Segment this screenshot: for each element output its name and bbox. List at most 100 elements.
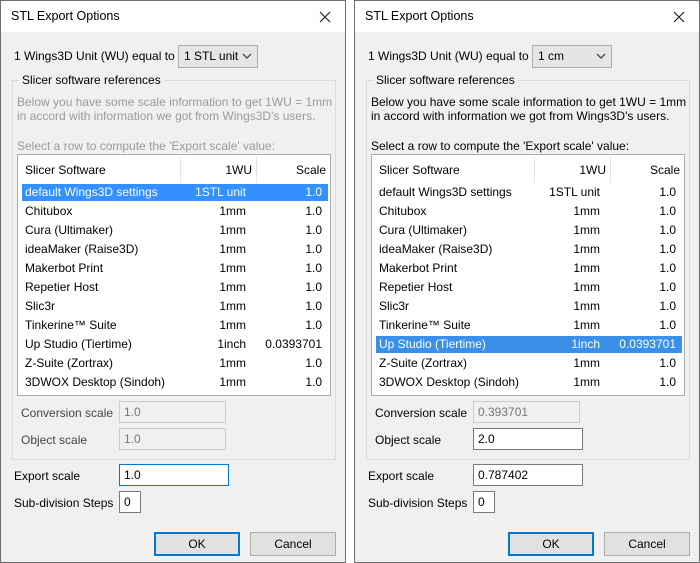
cell-software: Makerbot Print — [25, 261, 104, 275]
conversion-scale-label: Conversion scale — [21, 406, 114, 420]
table-row[interactable]: Up Studio (Tiertime) 1inch 0.0393701 — [376, 336, 682, 353]
cancel-button[interactable]: Cancel — [604, 532, 690, 556]
cell-scale: 1.0 — [305, 318, 322, 332]
column-divider[interactable] — [256, 157, 257, 183]
subdivision-steps-field[interactable]: 0 — [473, 491, 495, 513]
table-row[interactable]: Z-Suite (Zortrax) 1mm 1.0 — [22, 355, 328, 372]
conversion-scale-field: 0.393701 — [473, 401, 580, 423]
col-header-wu[interactable]: 1WU — [225, 163, 252, 177]
cell-wu: 1inch — [217, 337, 246, 351]
close-icon — [319, 11, 331, 22]
cell-wu: 1mm — [573, 299, 600, 313]
close-button[interactable] — [305, 1, 345, 32]
cell-wu: 1mm — [573, 375, 600, 389]
unit-select-value: 1 cm — [538, 49, 565, 63]
table-row[interactable]: ideaMaker (Raise3D) 1mm 1.0 — [22, 241, 328, 258]
table-row[interactable]: 3DWOX Desktop (Sindoh) 1mm 1.0 — [22, 374, 328, 391]
stl-export-dialog-right: STL Export Options 1 Wings3D Unit (WU) e… — [354, 0, 700, 563]
cell-software: Repetier Host — [25, 280, 99, 294]
table-row[interactable]: Slic3r 1mm 1.0 — [22, 298, 328, 315]
subdivision-steps-label: Sub-division Steps — [14, 496, 114, 510]
cell-scale: 0.0393701 — [265, 337, 322, 351]
cell-wu: 1STL unit — [195, 185, 246, 199]
unit-select-value: 1 STL unit — [184, 49, 239, 63]
cell-scale: 1.0 — [305, 261, 322, 275]
cell-software: default Wings3D settings — [379, 185, 512, 199]
table-row[interactable]: Chitubox 1mm 1.0 — [22, 203, 328, 220]
cell-scale: 1.0 — [305, 299, 322, 313]
cancel-button[interactable]: Cancel — [250, 532, 336, 556]
col-header-wu[interactable]: 1WU — [579, 163, 606, 177]
cell-software: Slic3r — [25, 299, 56, 313]
col-header-scale[interactable]: Scale — [296, 163, 326, 177]
slicer-references-group: Slicer software references Below you hav… — [12, 73, 336, 460]
column-divider[interactable] — [180, 157, 181, 183]
col-header-software[interactable]: Slicer Software — [379, 163, 460, 177]
subdivision-steps-field[interactable]: 0 — [119, 491, 141, 513]
table-row[interactable]: Makerbot Print 1mm 1.0 — [376, 260, 682, 277]
cell-wu: 1mm — [219, 261, 246, 275]
table-header: Slicer Software 1WU Scale — [372, 155, 684, 183]
column-divider[interactable] — [534, 157, 535, 183]
cell-scale: 1.0 — [659, 299, 676, 313]
table-header: Slicer Software 1WU Scale — [18, 155, 330, 183]
export-scale-field[interactable]: 1.0 — [119, 464, 229, 486]
table-row[interactable]: default Wings3D settings 1STL unit 1.0 — [376, 184, 682, 201]
table-row[interactable]: 3DWOX Desktop (Sindoh) 1mm 1.0 — [376, 374, 682, 391]
slicer-table[interactable]: Slicer Software 1WU Scale default Wings3… — [17, 154, 331, 396]
cell-software: Chitubox — [379, 204, 427, 218]
cell-wu: 1mm — [219, 318, 246, 332]
table-row[interactable]: Up Studio (Tiertime) 1inch 0.0393701 — [22, 336, 328, 353]
col-header-software[interactable]: Slicer Software — [25, 163, 106, 177]
scale-info-text: Below you have some scale information to… — [17, 95, 333, 123]
table-row[interactable]: Repetier Host 1mm 1.0 — [22, 279, 328, 296]
table-row[interactable]: default Wings3D settings 1STL unit 1.0 — [22, 184, 328, 201]
cell-scale: 1.0 — [659, 280, 676, 294]
table-row[interactable]: Slic3r 1mm 1.0 — [376, 298, 682, 315]
group-title: Slicer software references — [373, 73, 518, 87]
table-row[interactable]: Tinkerine™ Suite 1mm 1.0 — [376, 317, 682, 334]
cell-scale: 1.0 — [659, 356, 676, 370]
col-header-scale[interactable]: Scale — [650, 163, 680, 177]
cell-scale: 1.0 — [305, 242, 322, 256]
select-row-prompt: Select a row to compute the 'Export scal… — [17, 139, 276, 153]
ok-button[interactable]: OK — [154, 532, 240, 556]
cell-scale: 1.0 — [659, 185, 676, 199]
table-row[interactable]: ideaMaker (Raise3D) 1mm 1.0 — [376, 241, 682, 258]
cell-wu: 1inch — [571, 337, 600, 351]
cell-scale: 1.0 — [659, 318, 676, 332]
object-scale-field: 1.0 — [119, 428, 226, 450]
close-icon — [673, 11, 685, 22]
ok-button[interactable]: OK — [508, 532, 594, 556]
table-row[interactable]: Tinkerine™ Suite 1mm 1.0 — [22, 317, 328, 334]
table-row[interactable]: Chitubox 1mm 1.0 — [376, 203, 682, 220]
cell-software: Tinkerine™ Suite — [25, 318, 117, 332]
table-row[interactable]: Z-Suite (Zortrax) 1mm 1.0 — [376, 355, 682, 372]
export-scale-field[interactable]: 0.787402 — [473, 464, 583, 486]
scale-info-text: Below you have some scale information to… — [371, 95, 687, 123]
dialog-title: STL Export Options — [365, 9, 474, 23]
object-scale-label: Object scale — [21, 433, 88, 447]
cell-wu: 1mm — [219, 223, 246, 237]
close-button[interactable] — [659, 1, 699, 32]
table-row[interactable]: Cura (Ultimaker) 1mm 1.0 — [22, 222, 328, 239]
cell-software: Up Studio (Tiertime) — [379, 337, 486, 351]
cell-software: ideaMaker (Raise3D) — [379, 242, 493, 256]
cell-wu: 1mm — [573, 356, 600, 370]
unit-select[interactable]: 1 cm — [532, 45, 612, 68]
table-row[interactable]: Cura (Ultimaker) 1mm 1.0 — [376, 222, 682, 239]
cell-wu: 1mm — [573, 242, 600, 256]
object-scale-field[interactable]: 2.0 — [473, 428, 583, 450]
column-divider[interactable] — [610, 157, 611, 183]
cell-wu: 1mm — [573, 204, 600, 218]
cell-software: Tinkerine™ Suite — [379, 318, 471, 332]
table-row[interactable]: Makerbot Print 1mm 1.0 — [22, 260, 328, 277]
table-row[interactable]: Repetier Host 1mm 1.0 — [376, 279, 682, 296]
cell-wu: 1STL unit — [549, 185, 600, 199]
stl-export-dialog-left: STL Export Options 1 Wings3D Unit (WU) e… — [0, 0, 346, 563]
slicer-table[interactable]: Slicer Software 1WU Scale default Wings3… — [371, 154, 685, 396]
slicer-references-group: Slicer software references Below you hav… — [366, 73, 690, 460]
cell-software: Makerbot Print — [379, 261, 458, 275]
unit-select[interactable]: 1 STL unit — [178, 45, 258, 68]
cell-scale: 1.0 — [659, 204, 676, 218]
